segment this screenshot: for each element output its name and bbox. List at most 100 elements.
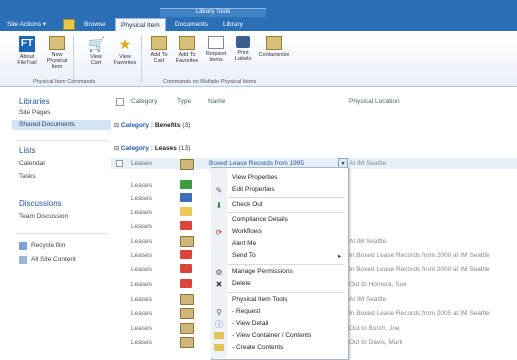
menu-item-request[interactable]: - Request — [232, 308, 260, 315]
tab-browse[interactable]: Browse — [79, 18, 111, 31]
box-item-icon — [180, 159, 194, 170]
context-tab-group-label: Library Tools — [160, 8, 266, 17]
menu-item-manage-permissions[interactable]: Manage Permissions — [232, 268, 293, 275]
check-out-icon: ⬇ — [215, 201, 223, 210]
excel-file-icon — [180, 180, 192, 189]
group-header-leases[interactable]: ⊟ Category : Leases (13) — [114, 145, 190, 152]
menu-item-compliance-details[interactable]: Compliance Details — [232, 216, 288, 223]
row-category: Leases — [131, 310, 152, 317]
request-icon: ⚲ — [216, 308, 222, 317]
delete-icon: ✕ — [215, 280, 223, 289]
sidebar-item-tasks[interactable]: Tasks — [19, 173, 36, 180]
menu-item-view-properties[interactable]: View Properties — [232, 174, 277, 181]
row-category: Leases — [131, 238, 152, 245]
sidebar-item-shared-documents[interactable]: Shared Documents — [19, 121, 75, 128]
new-physical-item-button[interactable]: New Physical Item — [44, 36, 70, 70]
row-category: Leases — [131, 296, 152, 303]
row-category: Leases — [131, 223, 152, 230]
site-actions-menu[interactable]: Site Actions ▾ — [2, 18, 51, 31]
sidebar-heading-lists[interactable]: Lists — [19, 146, 35, 155]
sidebar-item-recycle-bin[interactable]: Recycle Bin — [31, 242, 65, 249]
row-location: In Boxed Lease Records from 2000 at IM S… — [349, 266, 490, 273]
sidebar-item-all-site-content[interactable]: All Site Content — [31, 256, 76, 263]
sidebar-item-site-pages[interactable]: Site Pages — [19, 109, 50, 116]
all-site-content-icon — [19, 256, 27, 264]
tab-library[interactable]: Library — [218, 18, 248, 31]
column-header-physical-location[interactable]: Physical Location — [349, 98, 400, 105]
group-header-benefits[interactable]: ⊟ Category : Benefits (3) — [114, 122, 190, 129]
row-location: In Boxed Lease Records from 2005 at IM S… — [349, 310, 490, 317]
workflows-icon: ⟳ — [215, 228, 223, 237]
menu-item-view-detail[interactable]: - View Detail — [232, 320, 268, 327]
collapse-icon[interactable]: ⊟ — [114, 146, 119, 152]
box-item-icon — [180, 308, 194, 319]
box-item-icon — [180, 337, 194, 348]
request-icon — [208, 36, 224, 49]
row-location: Out to Davis, Mark — [349, 339, 403, 346]
sidebar-heading-libraries[interactable]: Libraries — [19, 97, 50, 106]
edit-properties-icon: ✎ — [215, 186, 223, 195]
containerize-button[interactable]: Containerize — [257, 36, 291, 58]
divider — [16, 233, 108, 234]
select-all-checkbox[interactable] — [116, 98, 124, 106]
menu-item-send-to[interactable]: Send To — [232, 252, 256, 259]
add-to-cart-button[interactable]: Add To Cart — [146, 36, 172, 64]
file-item-icon — [180, 264, 192, 273]
add-to-favorites-button[interactable]: Add To Favorites — [174, 36, 200, 64]
favorites-icon: ★ — [118, 36, 132, 52]
ribbon-separator — [73, 35, 74, 82]
menu-item-alert-me[interactable]: Alert Me — [232, 240, 256, 247]
row-location: At IM Seattle — [349, 160, 387, 167]
about-filetrail-button[interactable]: FT About FileTrail — [14, 36, 40, 66]
view-detail-icon: ⓘ — [215, 320, 223, 329]
menu-item-check-out[interactable]: Check Out — [232, 201, 263, 208]
menu-separator — [228, 212, 344, 213]
row-name-link[interactable]: Boxed Lease Records from 1995 — [209, 160, 304, 167]
column-header-name[interactable]: Name — [208, 98, 225, 105]
create-contents-icon — [214, 344, 224, 351]
pdf-file-icon — [180, 221, 192, 230]
permissions-icon: ⚙ — [215, 268, 223, 277]
submenu-arrow-icon: ▸ — [338, 253, 342, 260]
column-header-type[interactable]: Type — [177, 98, 191, 105]
view-cart-button[interactable]: 🛒 View Cart — [83, 36, 109, 66]
recycle-bin-icon — [19, 242, 27, 250]
divider — [16, 140, 108, 141]
menu-item-view-container-contents[interactable]: - View Container / Contents — [232, 332, 311, 339]
column-header-category[interactable]: Category — [131, 98, 157, 105]
add-favorites-icon — [179, 36, 195, 50]
cart-icon: 🛒 — [88, 36, 106, 52]
navigate-up-icon[interactable] — [63, 19, 75, 30]
row-category: Leases — [131, 266, 152, 273]
sidebar-heading-discussions[interactable]: Discussions — [19, 199, 62, 208]
row-category: Leases — [131, 252, 152, 259]
request-items-button[interactable]: Request Items — [203, 36, 229, 63]
row-location: Out to Homera, Sue — [349, 281, 407, 288]
sidebar-item-team-discussion[interactable]: Team Discussion — [19, 213, 68, 220]
box-item-icon — [180, 323, 194, 334]
container-icon — [214, 332, 224, 339]
new-item-icon — [49, 36, 65, 50]
printer-icon — [236, 36, 250, 48]
tab-physical-item[interactable]: Physical Item — [115, 18, 166, 32]
menu-item-create-contents[interactable]: - Create Contents — [232, 344, 283, 351]
file-item-icon — [180, 279, 192, 288]
filetrail-logo-icon: FT — [19, 36, 35, 52]
menu-item-workflows[interactable]: Workflows — [232, 228, 262, 235]
print-labels-button[interactable]: Print Labels — [230, 36, 256, 62]
menu-item-delete[interactable]: Delete — [232, 280, 251, 287]
row-location: In Boxed Lease Records from 2000 at IM S… — [349, 252, 490, 259]
containerize-icon — [266, 36, 282, 50]
menu-separator — [228, 292, 344, 293]
tab-documents[interactable]: Documents — [170, 18, 213, 31]
view-favorites-button[interactable]: ★ View Favorites — [112, 36, 138, 66]
menu-item-edit-properties[interactable]: Edit Properties — [232, 186, 275, 193]
row-location: At IM Seattle — [349, 238, 387, 245]
row-category: Leases — [131, 339, 152, 346]
menu-item-physical-item-tools[interactable]: Physical Item Tools — [232, 296, 288, 303]
row-category: Leases — [131, 160, 152, 167]
view-properties-icon — [214, 174, 224, 183]
sidebar-item-calendar[interactable]: Calendar — [19, 160, 45, 167]
collapse-icon[interactable]: ⊟ — [114, 123, 119, 129]
row-checkbox[interactable] — [116, 160, 123, 167]
